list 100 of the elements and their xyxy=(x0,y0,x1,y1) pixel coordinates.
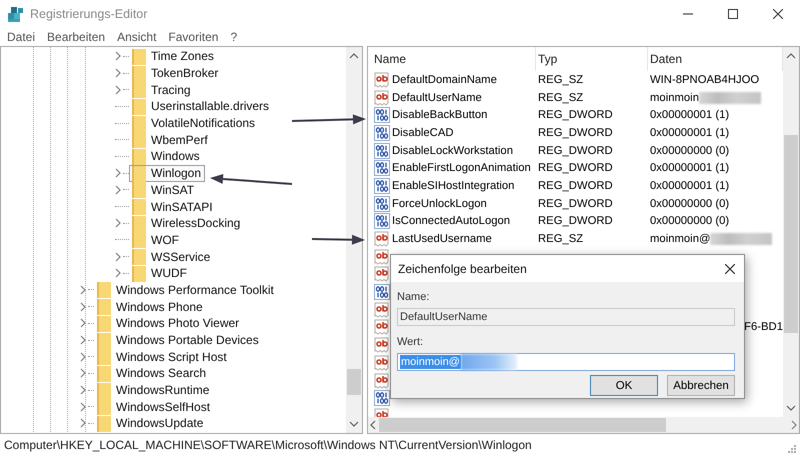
folder-icon xyxy=(132,181,146,198)
tree-item-label: Windows Script Host xyxy=(116,350,227,364)
expand-chevron-icon[interactable] xyxy=(113,67,123,80)
binary-value-icon xyxy=(374,107,390,124)
binary-value-icon xyxy=(374,178,390,194)
dialog-button[interactable]: OK xyxy=(590,375,658,396)
folder-icon xyxy=(132,198,146,216)
scroll-down-icon[interactable] xyxy=(785,403,797,413)
value-data: 0x00000000 (0) xyxy=(650,215,730,228)
folder-icon xyxy=(132,98,146,115)
value-name: EnableSIHostIntegration xyxy=(392,180,514,192)
folder-icon xyxy=(97,281,111,298)
app-icon xyxy=(7,6,24,22)
column-header[interactable]: Typ xyxy=(536,47,648,71)
tree-item-label: Windows Search xyxy=(116,366,206,380)
tree-item[interactable]: Windows Performance Toolkit xyxy=(94,281,278,298)
tree-item[interactable]: WirelessDocking xyxy=(129,214,244,232)
scrollbar-thumb[interactable] xyxy=(347,369,361,395)
expand-chevron-icon[interactable] xyxy=(78,300,88,313)
folder-icon xyxy=(97,314,111,332)
tree-item[interactable]: Tracing xyxy=(129,81,195,98)
tree-item-label: TokenBroker xyxy=(151,66,218,80)
value-type: REG_DWORD xyxy=(538,215,613,228)
value-type: REG_SZ xyxy=(538,92,584,104)
tree-item[interactable]: VolatileNotifications xyxy=(129,114,260,132)
value-name: ForceUnlockLogon xyxy=(392,198,487,210)
tree-item[interactable]: Windows Phone xyxy=(94,298,207,316)
menu-item[interactable]: Datei xyxy=(2,29,40,45)
expand-chevron-icon[interactable] xyxy=(78,417,88,430)
tree-item[interactable]: Userinstallable.drivers xyxy=(129,98,274,115)
tree-item[interactable]: WindowsSelfHost xyxy=(94,398,214,416)
maximize-icon xyxy=(728,9,738,19)
folder-icon xyxy=(97,414,111,432)
menu-item[interactable]: Bearbeiten xyxy=(42,29,110,45)
tree-item[interactable]: WSService xyxy=(129,248,214,266)
tree-item[interactable]: WinSAT xyxy=(129,181,198,198)
tree-item[interactable]: WindowsUpdate xyxy=(94,414,208,432)
expand-chevron-icon[interactable] xyxy=(78,367,88,380)
scroll-left-icon[interactable] xyxy=(368,419,378,431)
expand-chevron-icon[interactable] xyxy=(78,284,88,296)
expand-chevron-icon[interactable] xyxy=(78,400,88,413)
expand-chevron-icon[interactable] xyxy=(78,384,88,396)
expand-chevron-icon[interactable] xyxy=(113,167,123,180)
tree-item[interactable]: Time Zones xyxy=(129,48,218,65)
tree-item[interactable]: Winlogon xyxy=(129,164,206,182)
expand-chevron-icon[interactable] xyxy=(113,217,123,230)
binary-value-icon xyxy=(374,196,390,212)
value-name: LastUsedUsername xyxy=(392,233,492,246)
scrollbar[interactable] xyxy=(346,47,362,433)
scroll-down-icon[interactable] xyxy=(348,419,360,429)
binary-value-icon xyxy=(374,390,390,406)
string-value-icon xyxy=(374,72,390,88)
tree-item[interactable]: Windows Portable Devices xyxy=(94,332,263,349)
value-type: REG_DWORD xyxy=(538,144,613,157)
expand-chevron-icon[interactable] xyxy=(113,84,123,96)
value-type: REG_DWORD xyxy=(538,180,613,192)
value-type: REG_SZ xyxy=(538,74,584,86)
expand-chevron-icon[interactable] xyxy=(113,184,123,196)
tree-item[interactable]: Windows Script Host xyxy=(94,348,231,366)
string-value-icon xyxy=(374,302,390,318)
tree-item[interactable]: Windows xyxy=(129,148,204,165)
scroll-up-icon[interactable] xyxy=(348,51,360,61)
tree-item[interactable]: Windows Search xyxy=(94,364,210,382)
tree-item[interactable]: TokenBroker xyxy=(129,64,222,82)
tree-item-label: Tracing xyxy=(151,82,191,97)
binary-value-icon xyxy=(374,124,390,141)
folder-icon xyxy=(97,298,111,316)
menu-item[interactable]: Ansicht xyxy=(112,29,162,45)
expand-chevron-icon[interactable] xyxy=(78,317,88,330)
scroll-right-icon[interactable] xyxy=(789,419,799,431)
tree-item[interactable]: WindowsRuntime xyxy=(94,382,214,399)
value-data: 0x00000001 (1) xyxy=(650,109,730,122)
tree-item[interactable]: WbemPerf xyxy=(129,131,212,148)
column-header[interactable]: Name xyxy=(368,47,536,71)
expand-chevron-icon[interactable] xyxy=(113,250,123,263)
dialog-button[interactable]: Abbrechen xyxy=(667,375,735,396)
tree-item[interactable]: Windows Photo Viewer xyxy=(94,314,244,332)
string-value-icon xyxy=(374,248,390,265)
scrollbar-thumb[interactable] xyxy=(784,135,798,333)
tree-item[interactable]: WOF xyxy=(129,231,183,248)
expand-chevron-icon[interactable] xyxy=(78,334,88,346)
close-icon xyxy=(772,9,782,19)
expand-chevron-icon[interactable] xyxy=(78,350,88,363)
expand-chevron-icon[interactable] xyxy=(113,50,123,62)
menu-item[interactable]: Favoriten xyxy=(163,29,224,45)
binary-value-icon xyxy=(374,142,390,159)
status-path: Computer\HKEY_LOCAL_MACHINE\SOFTWARE\Microsoft\Windows NT\CurrentVersion\Winlogon xyxy=(4,438,532,452)
scroll-up-icon[interactable] xyxy=(785,51,797,61)
scrollbar-thumb[interactable] xyxy=(379,418,666,432)
menu-item[interactable]: ? xyxy=(225,29,242,45)
scrollbar[interactable] xyxy=(783,47,799,417)
folder-icon xyxy=(132,248,146,266)
string-value-icon xyxy=(374,266,390,282)
tree-item[interactable]: WUDF xyxy=(129,264,191,282)
tree-item[interactable]: WinSATAPI xyxy=(129,198,217,216)
scrollbar[interactable] xyxy=(368,417,799,433)
value-name: DisableCAD xyxy=(392,126,454,139)
expand-chevron-icon[interactable] xyxy=(113,267,123,280)
tree-item-label: Windows Photo Viewer xyxy=(116,316,240,330)
arrow xyxy=(312,234,365,245)
